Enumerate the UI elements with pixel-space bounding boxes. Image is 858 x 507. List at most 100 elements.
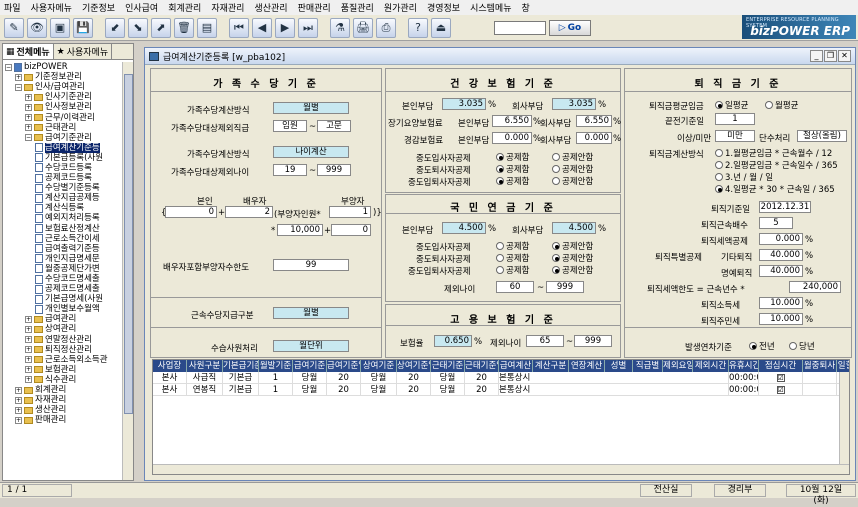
table-cell[interactable]: 본사 <box>153 384 187 395</box>
table-cell[interactable]: 당월 <box>293 372 327 383</box>
excl-job-to-field[interactable]: 고문 <box>317 120 351 132</box>
tree-item[interactable]: + 회계관리 <box>3 385 123 395</box>
table-cell[interactable]: 당월 <box>431 372 465 383</box>
column-header[interactable]: 월발기준 <box>259 360 293 372</box>
calc-method-4-radio[interactable]: 4.일평균 * 30 * 근속일 / 365 <box>715 183 835 195</box>
table-cell[interactable]: 당월 <box>431 384 465 395</box>
table-cell[interactable]: 00:00:000:00 <box>729 384 759 395</box>
health-co-rate-field[interactable]: 3.035 <box>552 98 596 110</box>
column-header[interactable]: 상여기준일 <box>397 360 431 372</box>
expand-icon[interactable]: + <box>25 336 32 344</box>
calc-method-2-radio[interactable]: 2.일평균임금 * 근속일수 / 365 <box>715 159 838 171</box>
column-header[interactable]: 기본급기준 <box>223 360 259 372</box>
tree-item[interactable]: + 연말정산관리 <box>3 335 123 345</box>
expand-icon[interactable]: + <box>25 356 32 364</box>
expand-icon[interactable]: − <box>15 83 22 91</box>
delete-row-icon[interactable]: ⬈ <box>151 17 171 38</box>
go-button[interactable]: ▷ Go <box>549 19 591 36</box>
formula-self-field[interactable]: 0 <box>165 206 217 218</box>
minimize-button[interactable]: _ <box>810 50 823 62</box>
expand-icon[interactable]: + <box>15 406 22 414</box>
tab-user-menu[interactable]: ★ 사용자메뉴 <box>54 44 113 59</box>
formula-dependent-field[interactable]: 1 <box>329 206 371 218</box>
table-cell[interactable]: 사급직 <box>187 372 223 383</box>
formula-spouse-field[interactable]: 2 <box>225 206 273 218</box>
exit-icon[interactable]: ⏏ <box>431 17 451 38</box>
tree-item[interactable]: + 급여관리 <box>3 314 123 324</box>
column-header[interactable]: 제외요일 <box>663 360 693 372</box>
tree-item[interactable]: + 식수관리 <box>3 375 123 385</box>
close-button[interactable]: ✕ <box>838 50 851 62</box>
tree-item[interactable]: 수당코드명세출 <box>3 274 123 284</box>
table-cell[interactable]: 본사 <box>153 372 187 383</box>
pension-join-nodeduct-radio[interactable]: 공제안함 <box>552 240 593 252</box>
table-cell[interactable]: 1 <box>259 372 293 383</box>
health-return-nodeduct-radio[interactable]: 공제안함 <box>552 175 593 187</box>
health-retire-deduct-radio[interactable]: 공제함 <box>496 163 529 175</box>
tree-item[interactable]: − 인사/급여관리 <box>3 82 123 92</box>
pension-join-deduct-radio[interactable]: 공제함 <box>496 240 529 252</box>
column-header[interactable]: 상여기준 <box>361 360 397 372</box>
excl-job-from-field[interactable]: 임원 <box>273 120 307 132</box>
column-header[interactable]: 성별 <box>605 360 633 372</box>
table-cell[interactable]: 본통상시 <box>499 372 729 383</box>
tree-item[interactable]: 공제코드등록 <box>3 173 123 183</box>
expand-icon[interactable]: + <box>15 396 22 404</box>
ltc-co-rate-field[interactable]: 6.550 <box>576 115 612 127</box>
grid-hscrollbar[interactable] <box>153 464 849 474</box>
next-icon[interactable]: ▶ <box>275 17 295 38</box>
expand-icon[interactable]: + <box>25 376 32 384</box>
column-header[interactable]: 일할계 <box>837 360 849 372</box>
menu-item[interactable]: 창 <box>522 1 530 14</box>
checkbox-icon[interactable]: ☑ <box>776 373 785 382</box>
table-cell[interactable]: 20 <box>465 372 499 383</box>
column-header[interactable]: 직급별 <box>633 360 663 372</box>
table-cell[interactable]: 연봉직 <box>187 384 223 395</box>
expand-icon[interactable]: + <box>25 93 32 101</box>
tree-item[interactable]: 보험료산정계산 <box>3 224 123 234</box>
retire-daily-avg-radio[interactable]: 일평균 <box>715 99 748 111</box>
table-cell[interactable]: 당월 <box>361 384 397 395</box>
retire-income-tax-field[interactable]: 10.000 <box>759 297 803 309</box>
table-cell[interactable]: 본통상시 <box>499 384 729 395</box>
pension-age-to-field[interactable]: 999 <box>546 281 584 293</box>
excl-age-to-field[interactable]: 999 <box>317 164 351 176</box>
round-mode-field[interactable]: 절상(올림) <box>797 130 847 142</box>
tree-item[interactable]: + 퇴직정산관리 <box>3 345 123 355</box>
health-retire-nodeduct-radio[interactable]: 공제안함 <box>552 163 593 175</box>
tree-item[interactable]: 근로소득간이세 <box>3 234 123 244</box>
tree-item[interactable]: 개인별보수월액 <box>3 304 123 314</box>
expand-icon[interactable]: − <box>5 63 12 71</box>
tree-item[interactable]: 월중공제단가변 <box>3 264 123 274</box>
tree-item[interactable]: 기본급등록(사원 <box>3 153 123 163</box>
table-cell[interactable]: 당월 <box>361 372 397 383</box>
health-join-nodeduct-radio[interactable]: 공제안함 <box>552 151 593 163</box>
help-icon[interactable]: ? <box>408 17 428 38</box>
table-cell[interactable]: 20 <box>465 384 499 395</box>
other-retire-rate-field[interactable]: 40.000 <box>759 249 803 261</box>
ltc-self-rate-field[interactable]: 6.550 <box>492 115 532 127</box>
service-multiplier-field[interactable]: 5 <box>759 217 793 229</box>
expand-icon[interactable]: + <box>25 325 32 333</box>
honor-retire-rate-field[interactable]: 40.000 <box>759 265 803 277</box>
column-header[interactable]: 급여기준일 <box>327 360 361 372</box>
print-icon[interactable]: ⎙ <box>376 17 396 38</box>
menu-item[interactable]: 회계관리 <box>168 1 201 14</box>
expand-icon[interactable]: + <box>25 366 32 374</box>
tree-item[interactable]: 공제코드명세출 <box>3 284 123 294</box>
prev-icon[interactable]: ◀ <box>252 17 272 38</box>
trash-icon[interactable]: 🗑 <box>174 17 194 38</box>
menu-item[interactable]: 판매관리 <box>298 1 331 14</box>
tree-item[interactable]: + 생산관리 <box>3 405 123 415</box>
column-header[interactable]: 근태기준 <box>431 360 465 372</box>
service-pay-field[interactable]: 월별 <box>273 307 349 319</box>
column-header[interactable]: 점심시간 <box>759 360 803 372</box>
table-row[interactable]: 본사연봉직기본급1당월20당월20당월20본통상시00:00:000:00☑ <box>153 384 849 396</box>
table-row[interactable]: 본사사급직기본급1당월20당월20당월20본통상시00:00:000:00☑ <box>153 372 849 384</box>
formula-times-field[interactable]: 10,000 <box>277 224 323 236</box>
pension-retire-nodeduct-radio[interactable]: 공제안함 <box>552 252 593 264</box>
pension-co-rate-field[interactable]: 4.500 <box>552 222 596 234</box>
menu-item[interactable]: 품질관리 <box>341 1 374 14</box>
occur-prev-year-radio[interactable]: 전년 <box>749 340 775 352</box>
table-cell[interactable]: ☑ <box>759 384 803 395</box>
